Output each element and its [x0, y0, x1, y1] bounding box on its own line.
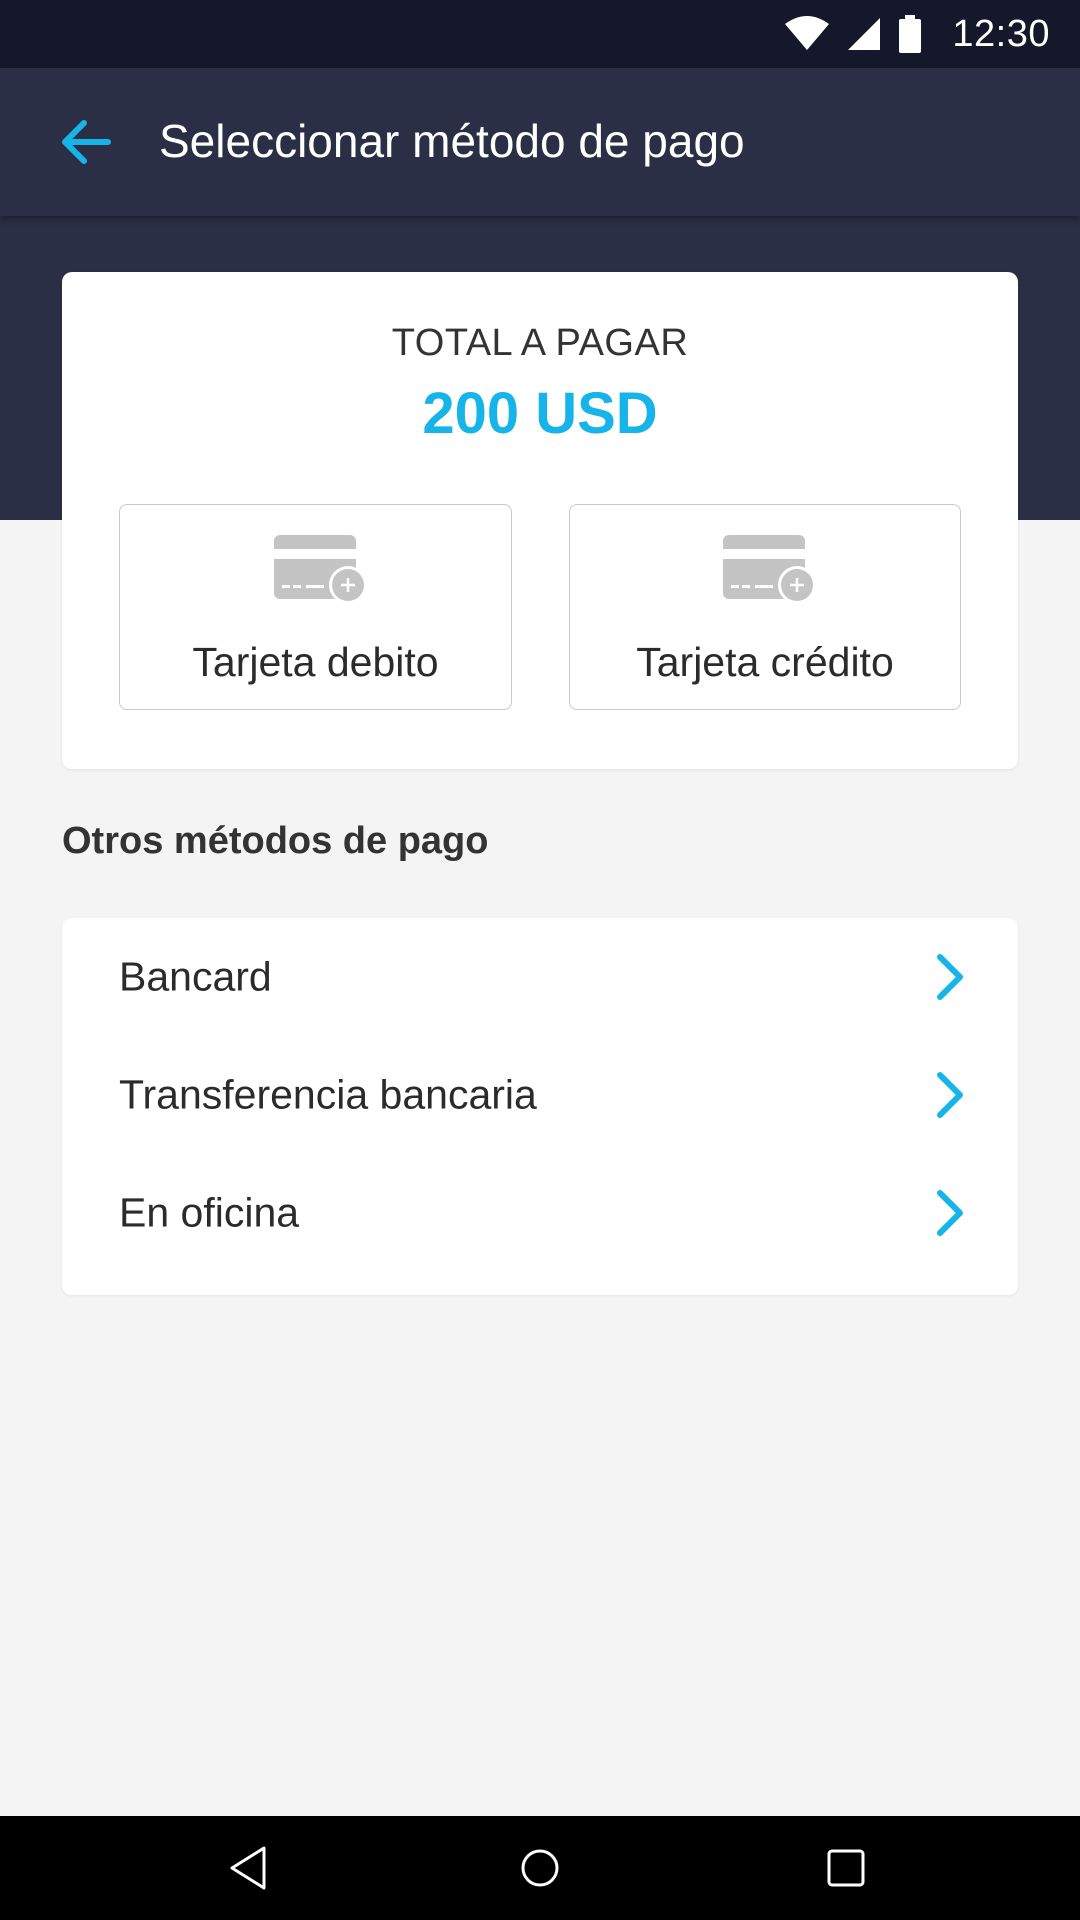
method-label: En oficina	[119, 1189, 300, 1236]
method-label: Transferencia bancaria	[119, 1071, 537, 1118]
chevron-right-icon	[937, 954, 963, 1000]
system-nav-bar	[0, 1816, 1080, 1920]
status-bar: 12:30	[0, 0, 1080, 68]
credit-card-option[interactable]: Tarjeta crédito	[569, 504, 961, 710]
chevron-right-icon	[937, 1190, 963, 1236]
credit-card-label: Tarjeta crédito	[636, 639, 894, 685]
debit-card-option[interactable]: Tarjeta debito	[119, 504, 512, 710]
method-label: Bancard	[119, 953, 272, 1000]
method-item-transferencia[interactable]: Transferencia bancaria	[62, 1036, 1018, 1154]
status-time: 12:30	[952, 12, 1050, 55]
wifi-icon	[785, 16, 830, 50]
method-item-oficina[interactable]: En oficina	[62, 1154, 1018, 1272]
add-card-icon	[723, 535, 816, 603]
page-title: Seleccionar método de pago	[159, 115, 745, 167]
other-methods-list: Bancard Transferencia bancaria En oficin…	[62, 918, 1018, 1295]
method-item-bancard[interactable]: Bancard	[62, 918, 1018, 1036]
back-button[interactable]	[56, 112, 116, 172]
status-icons	[784, 15, 922, 53]
debit-card-label: Tarjeta debito	[192, 639, 439, 685]
total-amount: 200 USD	[422, 381, 658, 446]
nav-back-icon[interactable]	[220, 1840, 276, 1896]
total-card: TOTAL A PAGAR 200 USD Tarjeta debito Tar…	[62, 272, 1018, 769]
arrow-left-icon	[62, 120, 111, 164]
cell-signal-icon	[848, 18, 881, 50]
nav-home-icon[interactable]	[512, 1840, 568, 1896]
nav-recent-icon[interactable]	[818, 1840, 874, 1896]
chevron-right-icon	[937, 1072, 963, 1118]
battery-icon	[899, 15, 922, 53]
app-bar: Seleccionar método de pago	[0, 68, 1080, 216]
add-card-icon	[273, 535, 367, 603]
section-title-other-methods: Otros métodos de pago	[62, 820, 489, 862]
total-label: TOTAL A PAGAR	[391, 322, 689, 364]
